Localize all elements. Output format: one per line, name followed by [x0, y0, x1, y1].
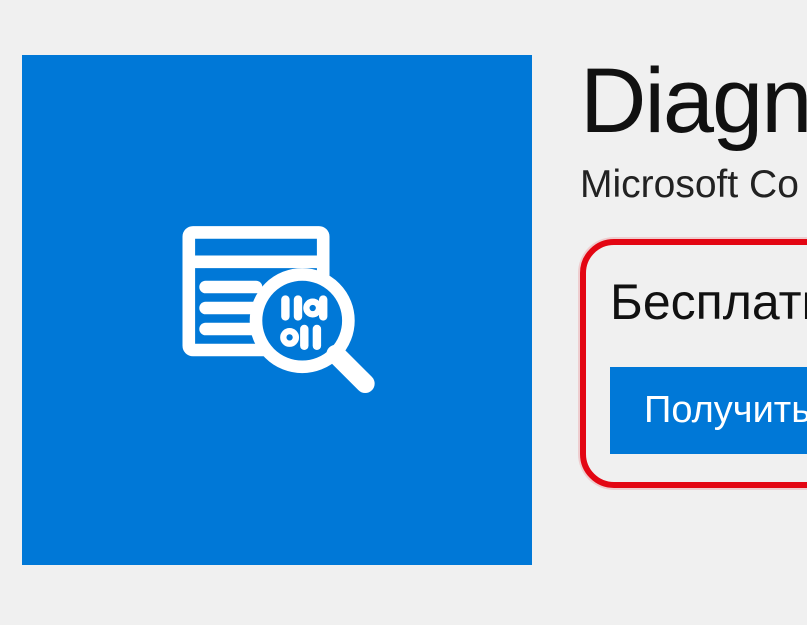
diagnostic-data-viewer-icon: [172, 203, 382, 418]
app-publisher: Microsoft Co: [580, 163, 807, 207]
get-button[interactable]: Получить: [610, 367, 807, 454]
price-label: Бесплатн: [610, 273, 807, 331]
app-title: Diagn: [580, 55, 807, 147]
app-info-panel: Diagn Microsoft Co Бесплатн Получить: [580, 55, 807, 488]
store-listing: Diagn Microsoft Co Бесплатн Получить: [22, 55, 807, 565]
purchase-highlight: Бесплатн Получить: [580, 239, 807, 488]
app-tile: [22, 55, 532, 565]
